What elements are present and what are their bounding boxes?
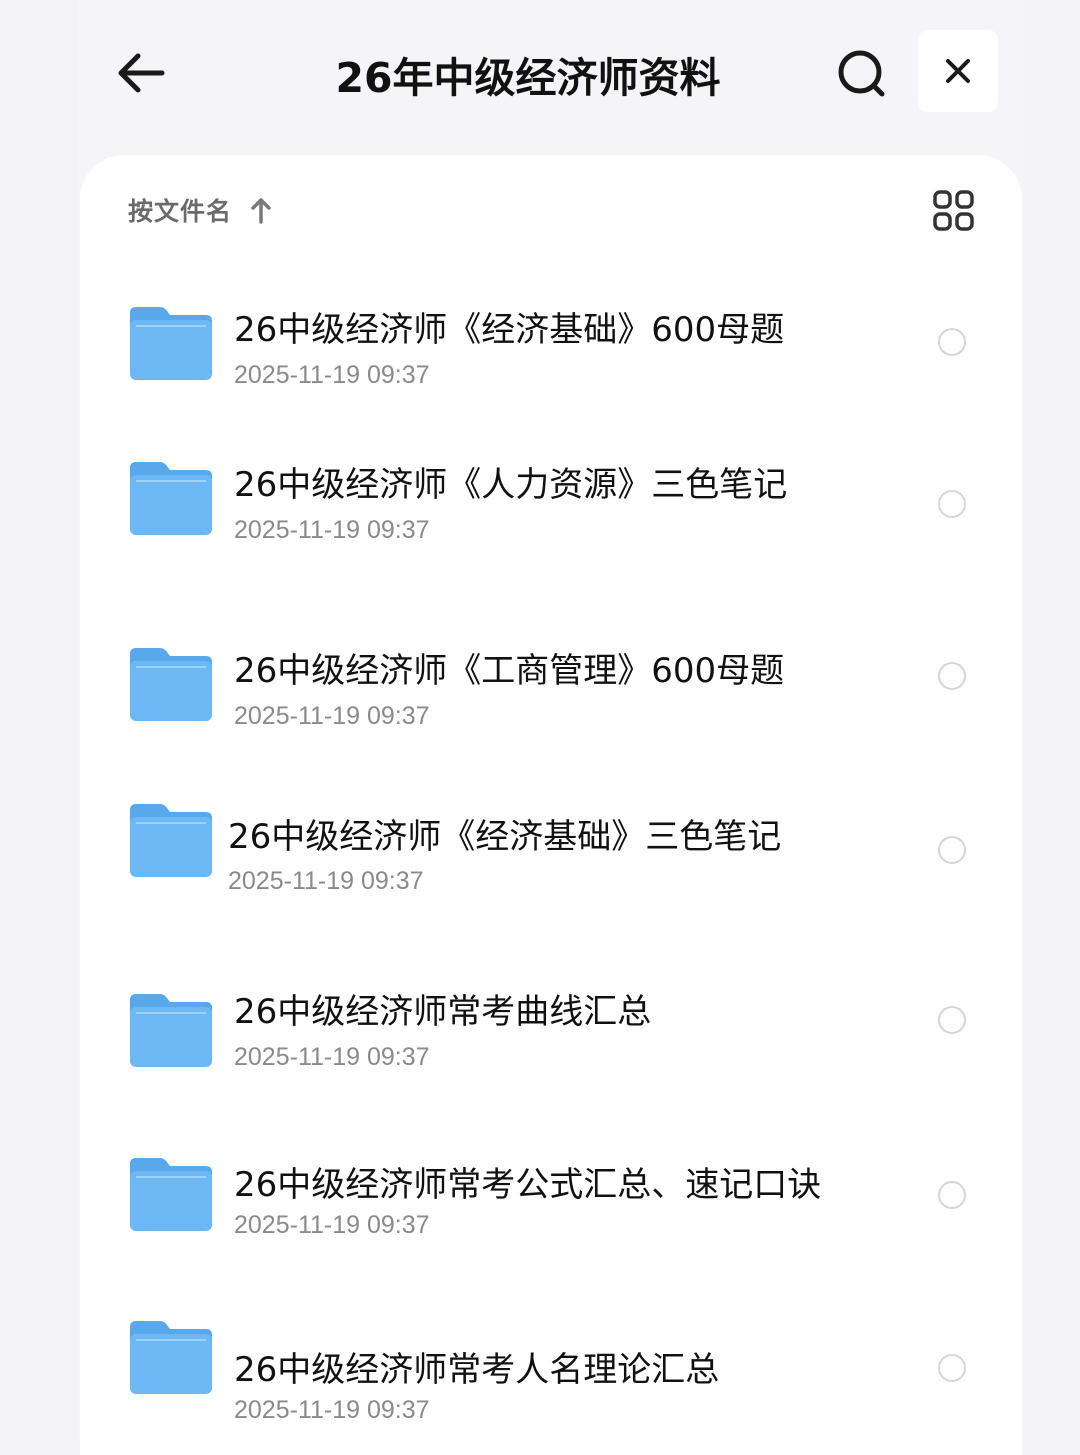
grid-view-button[interactable] xyxy=(932,189,976,233)
list-item[interactable]: 26中级经济师《经济基础》三色笔记 2025-11-19 09:37 xyxy=(120,800,990,920)
list-item[interactable]: 26中级经济师《工商管理》600母题 2025-11-19 09:37 xyxy=(120,636,990,756)
list-item[interactable]: 26中级经济师常考公式汇总、速记口诀 2025-11-19 09:37 xyxy=(120,1148,990,1268)
file-date: 2025-11-19 09:37 xyxy=(234,1396,430,1424)
select-radio[interactable] xyxy=(938,328,966,356)
close-icon xyxy=(946,59,970,83)
select-radio[interactable] xyxy=(938,662,966,690)
search-icon xyxy=(838,50,885,97)
sort-by-name-button[interactable]: 按文件名 xyxy=(128,193,272,227)
list-item[interactable]: 26中级经济师常考曲线汇总 2025-11-19 09:37 xyxy=(120,984,990,1104)
file-browser-app: 26年中级经济师资料 按文件名 26中级经济师《经济基础》600母题 2025-… xyxy=(78,0,1024,1455)
search-button[interactable] xyxy=(834,46,890,102)
sort-label: 按文件名 xyxy=(128,197,233,226)
file-name: 26中级经济师常考曲线汇总 xyxy=(234,992,652,1032)
list-item[interactable]: 26中级经济师常考人名理论汇总 2025-11-19 09:37 xyxy=(120,1315,990,1435)
file-name: 26中级经济师常考人名理论汇总 xyxy=(234,1350,720,1390)
select-radio[interactable] xyxy=(938,1006,966,1034)
file-name: 26中级经济师《人力资源》三色笔记 xyxy=(234,465,788,505)
file-date: 2025-11-19 09:37 xyxy=(234,1043,430,1071)
file-name: 26中级经济师常考公式汇总、速记口诀 xyxy=(234,1165,822,1205)
file-date: 2025-11-19 09:37 xyxy=(234,361,430,389)
select-radio[interactable] xyxy=(938,1354,966,1382)
folder-icon xyxy=(130,462,212,535)
list-item[interactable]: 26中级经济师《人力资源》三色笔记 2025-11-19 09:37 xyxy=(120,450,990,570)
header: 26年中级经济师资料 xyxy=(78,0,1024,155)
file-name: 26中级经济师《工商管理》600母题 xyxy=(234,651,785,691)
select-radio[interactable] xyxy=(938,1181,966,1209)
grid-view-icon xyxy=(933,190,974,231)
list-item[interactable]: 26中级经济师《经济基础》600母题 2025-11-19 09:37 xyxy=(120,295,990,415)
file-date: 2025-11-19 09:37 xyxy=(228,867,424,895)
file-name: 26中级经济师《经济基础》600母题 xyxy=(234,310,785,350)
file-date: 2025-11-19 09:37 xyxy=(234,516,430,544)
file-list-panel: 按文件名 26中级经济师《经济基础》600母题 2025-11-19 09:37 xyxy=(80,155,1022,1455)
file-name: 26中级经济师《经济基础》三色笔记 xyxy=(228,817,782,857)
folder-icon xyxy=(130,994,212,1067)
back-button[interactable] xyxy=(112,46,172,100)
close-button[interactable] xyxy=(918,30,998,112)
page-title: 26年中级经济师资料 xyxy=(335,54,721,102)
folder-icon xyxy=(130,1158,212,1231)
folder-icon xyxy=(130,648,212,721)
folder-icon xyxy=(130,307,212,380)
folder-icon xyxy=(130,1321,212,1394)
select-radio[interactable] xyxy=(938,490,966,518)
arrow-left-icon xyxy=(118,53,165,93)
select-radio[interactable] xyxy=(938,836,966,864)
file-date: 2025-11-19 09:37 xyxy=(234,702,430,730)
folder-icon xyxy=(130,804,212,877)
file-date: 2025-11-19 09:37 xyxy=(234,1211,430,1239)
arrow-up-icon xyxy=(251,198,271,224)
